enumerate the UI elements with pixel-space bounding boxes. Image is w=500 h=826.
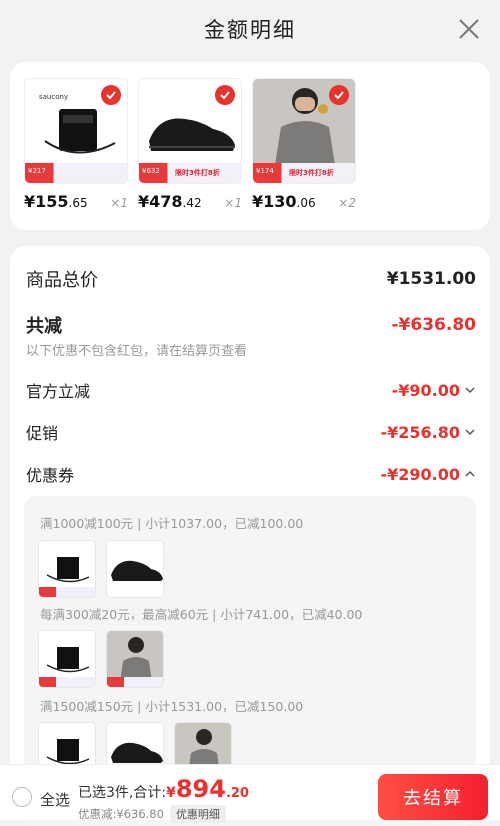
- coupon-rule-title: 满1500减150元 | 小计1531.00，已减150.00: [40, 699, 304, 714]
- official-value: -¥90.00: [391, 380, 460, 400]
- sheet-title: 金额明细: [204, 18, 296, 42]
- products-card: saucony ¥217 ¥155.65 ×1 ¥632 限时3件打8折 ¥47…: [10, 62, 490, 230]
- select-all-label[interactable]: 全选: [40, 789, 70, 810]
- price-line: ¥478.42 ×1: [138, 192, 248, 211]
- total-label: 商品总价: [26, 270, 98, 291]
- coupon-value: -¥290.00: [380, 464, 460, 484]
- coupon-product-thumb: [106, 630, 164, 688]
- selected-check-icon[interactable]: [329, 85, 349, 105]
- product-qty: ×1: [110, 196, 128, 210]
- product-item[interactable]: ¥632 限时3件打8折 ¥478.42 ×1: [138, 78, 248, 211]
- checkout-bar: 全选 已选3件,合计: ¥ 894 .20 优惠减:¥636.80 优惠明细 去…: [0, 764, 500, 823]
- amount-detail-sheet: 金额明细 saucony ¥217 ¥155.65 ×1 ¥632 限时3件打8…: [0, 0, 500, 826]
- selected-check-icon[interactable]: [215, 85, 235, 105]
- product-price: ¥130.06: [252, 192, 316, 211]
- promo-note: 限时3件打8折: [289, 169, 334, 177]
- sheet-header: 金额明细: [0, 0, 500, 58]
- total-summary: 已选3件,合计: ¥ 894 .20: [78, 775, 249, 803]
- reduce-value: -¥636.80: [391, 315, 477, 335]
- reduce-row: 共减 -¥636.80: [26, 312, 476, 338]
- promo-strip: ¥632 限时3件打8折: [139, 163, 241, 183]
- promo-strip: ¥174 限时3件打8折: [253, 163, 355, 183]
- coupon-discount-row[interactable]: 优惠券 -¥290.00: [26, 462, 476, 486]
- promo-label: 促销: [26, 424, 59, 443]
- total-row: 商品总价 ¥1531.00: [26, 266, 476, 292]
- chevron-up-icon[interactable]: [464, 468, 476, 480]
- selected-check-icon[interactable]: [101, 85, 121, 105]
- selected-count-text: 已选3件,合计:: [78, 785, 167, 801]
- product-image: ¥174 限时3件打8折: [252, 78, 356, 184]
- promo-strip: ¥217: [25, 163, 127, 183]
- product-qty: ×1: [224, 196, 242, 210]
- currency-symbol: ¥: [166, 785, 176, 801]
- product-price: ¥155.65: [24, 192, 88, 211]
- product-item[interactable]: ¥174 限时3件打8折 ¥130.06 ×2: [252, 78, 362, 211]
- product-price: ¥478.42: [138, 192, 202, 211]
- chevron-down-icon[interactable]: [464, 384, 476, 396]
- promo-value: -¥256.80: [380, 422, 460, 442]
- price-line: ¥155.65 ×1: [24, 192, 134, 211]
- grand-total: 894: [175, 775, 226, 803]
- official-label: 官方立减: [26, 382, 91, 401]
- coupon-rule-title: 满1000减100元 | 小计1037.00，已减100.00: [40, 516, 304, 531]
- reduce-label: 共减: [26, 316, 62, 337]
- promo-tag: ¥632: [142, 167, 160, 175]
- close-icon[interactable]: [456, 16, 482, 42]
- promo-tag: ¥217: [28, 167, 46, 175]
- product-qty: ×2: [338, 196, 356, 210]
- product-image: ¥632 限时3件打8折: [138, 78, 242, 184]
- coupon-product-thumb: [38, 630, 96, 688]
- price-detail-card: 商品总价 ¥1531.00 共减 -¥636.80 以下优惠不包含红包，请在结算…: [10, 246, 490, 826]
- coupon-product-thumb: [106, 540, 164, 598]
- product-item[interactable]: saucony ¥217 ¥155.65 ×1: [24, 78, 134, 211]
- total-value: ¥1531.00: [386, 269, 476, 289]
- svg-text:saucony: saucony: [39, 93, 68, 101]
- discount-detail-chip[interactable]: 优惠明细: [169, 805, 226, 823]
- discount-hint: 以下优惠不包含红包，请在结算页查看: [26, 344, 248, 359]
- coupon-product-thumb: [38, 540, 96, 598]
- promo-tag: ¥174: [256, 167, 274, 175]
- price-line: ¥130.06 ×2: [252, 192, 362, 211]
- product-image: saucony ¥217: [24, 78, 128, 184]
- coupon-label: 优惠券: [26, 466, 75, 485]
- select-all-radio[interactable]: [12, 787, 32, 807]
- coupon-rule-title: 每满300减20元，最高减60元 | 小计741.00，已减40.00: [40, 607, 363, 622]
- saved-line: 优惠减:¥636.80 优惠明细: [78, 805, 226, 823]
- checkout-button[interactable]: 去结算: [378, 774, 488, 820]
- grand-total-decimal: .20: [225, 786, 249, 801]
- promo-note: 限时3件打8折: [175, 169, 220, 177]
- promo-discount-row[interactable]: 促销 -¥256.80: [26, 420, 476, 444]
- chevron-down-icon[interactable]: [464, 426, 476, 438]
- official-discount-row[interactable]: 官方立减 -¥90.00: [26, 378, 476, 402]
